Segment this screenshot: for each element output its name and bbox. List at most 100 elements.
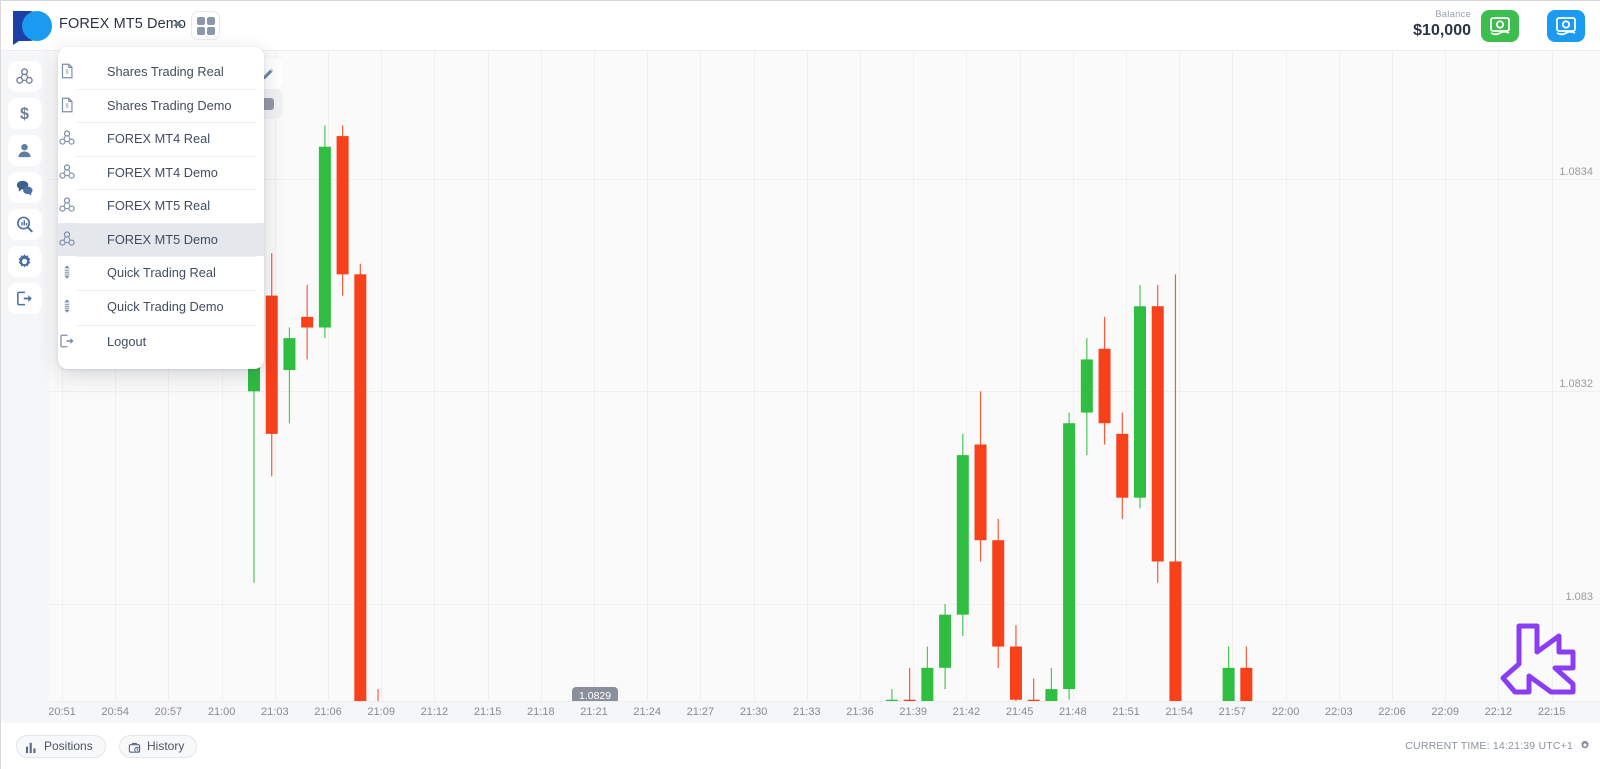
time-tick-label: 21:51 bbox=[1112, 706, 1140, 718]
candle bbox=[354, 263, 367, 721]
menu-item-shares-trading-real[interactable]: $ Shares Trading Real bbox=[58, 55, 264, 89]
positions-label: Positions bbox=[44, 739, 93, 753]
time-tick-label: 21:27 bbox=[686, 706, 715, 718]
sidebar-item-chat[interactable] bbox=[8, 172, 42, 203]
withdraw-button[interactable] bbox=[1547, 10, 1585, 42]
time-tick-label: 21:57 bbox=[1218, 706, 1247, 718]
menu-item-label: FOREX MT5 Demo bbox=[107, 231, 218, 247]
candle bbox=[974, 391, 987, 562]
svg-text:$: $ bbox=[20, 105, 29, 123]
time-tick-label: 21:15 bbox=[473, 706, 502, 718]
candle bbox=[1063, 412, 1076, 700]
menu-item-label: FOREX MT5 Real bbox=[107, 198, 211, 214]
settings-gear-icon[interactable] bbox=[1579, 738, 1591, 756]
menu-item-shares-trading-demo[interactable]: $ Shares Trading Demo bbox=[58, 88, 264, 123]
forex-network-icon bbox=[58, 129, 80, 149]
positions-button[interactable]: Positions bbox=[16, 735, 106, 758]
sidebar-item-logout[interactable] bbox=[8, 283, 42, 314]
candle bbox=[318, 125, 331, 339]
grid-square bbox=[197, 17, 205, 25]
deposit-button[interactable] bbox=[1481, 10, 1519, 42]
logout-icon bbox=[17, 291, 32, 306]
bar-chart-icon bbox=[25, 742, 36, 754]
history-button[interactable]: History bbox=[119, 735, 198, 758]
current-time-label: CURRENT TIME: 14:21:39 UTC+1 bbox=[1405, 740, 1573, 752]
candle bbox=[1080, 338, 1093, 456]
sidebar-item-profile[interactable] bbox=[8, 135, 42, 166]
balance-label: Balance bbox=[1435, 9, 1471, 20]
price-chart[interactable]: 1.0834 1.0832 1.083 1.0829 bbox=[49, 51, 1600, 721]
menu-item-logout[interactable]: Logout bbox=[58, 325, 264, 359]
price-tick-label: 1.0834 bbox=[1559, 165, 1593, 178]
time-tick-label: 21:24 bbox=[633, 706, 661, 718]
time-tick-label: 21:48 bbox=[1059, 706, 1087, 718]
menu-item-label: Quick Trading Demo bbox=[107, 298, 224, 314]
balance-value: $10,000 bbox=[1413, 22, 1471, 39]
menu-item-label: FOREX MT4 Demo bbox=[107, 164, 218, 180]
candle bbox=[336, 125, 349, 296]
forex-network-icon bbox=[58, 230, 80, 250]
price-tick-label: 1.0832 bbox=[1559, 378, 1593, 391]
time-tick-label: 20:54 bbox=[101, 706, 129, 718]
share-document-icon: $ bbox=[58, 96, 80, 116]
grid-apps-icon[interactable] bbox=[191, 11, 220, 40]
candlestick-series bbox=[248, 125, 1253, 721]
candle bbox=[992, 518, 1005, 668]
time-tick-label: 21:21 bbox=[580, 706, 608, 718]
time-tick-label: 21:39 bbox=[899, 706, 927, 718]
menu-item-forex-mt4-real[interactable]: FOREX MT4 Real bbox=[58, 122, 264, 156]
account-selector-label[interactable]: FOREX MT5 Demo bbox=[59, 16, 186, 32]
menu-item-label: Shares Trading Real bbox=[107, 64, 224, 80]
sidebar-item-settings[interactable] bbox=[8, 246, 42, 277]
menu-item-label: Shares Trading Demo bbox=[107, 97, 232, 113]
time-tick-label: 21:09 bbox=[367, 706, 395, 718]
time-tick-label: 22:12 bbox=[1484, 706, 1513, 718]
sidebar-item-finance[interactable]: $ bbox=[8, 98, 42, 129]
sidebar-item-analytics[interactable] bbox=[8, 209, 42, 240]
dollar-icon: $ bbox=[20, 105, 29, 123]
settings-gear-icon bbox=[18, 254, 31, 268]
svg-text:$: $ bbox=[66, 103, 69, 109]
time-tick-label: 21:18 bbox=[527, 706, 555, 718]
grid-square bbox=[207, 27, 215, 35]
menu-item-forex-mt4-demo[interactable]: FOREX MT4 Demo bbox=[58, 155, 264, 190]
menu-item-forex-mt5-demo[interactable]: FOREX MT5 Demo bbox=[58, 222, 264, 256]
svg-text:$: $ bbox=[66, 70, 69, 76]
time-tick-label: 21:36 bbox=[846, 706, 874, 718]
user-profile-icon bbox=[18, 143, 31, 158]
menu-item-label: Quick Trading Real bbox=[107, 265, 216, 281]
cursor-watermark-icon bbox=[1493, 618, 1579, 703]
time-tick-label: 21:06 bbox=[314, 706, 342, 718]
candle bbox=[1169, 274, 1182, 721]
candle bbox=[1116, 412, 1129, 519]
time-tick-label: 21:03 bbox=[261, 706, 289, 718]
candle bbox=[1151, 284, 1164, 583]
withdraw-cash-icon bbox=[1556, 17, 1576, 36]
time-tick-label: 22:09 bbox=[1431, 706, 1459, 718]
grid-square bbox=[207, 17, 215, 25]
up-down-arrows-icon bbox=[58, 263, 80, 283]
grid-square bbox=[197, 27, 205, 35]
time-tick-label: 22:15 bbox=[1537, 706, 1566, 718]
time-tick-label: 22:00 bbox=[1271, 706, 1300, 718]
menu-item-forex-mt5-real[interactable]: FOREX MT5 Real bbox=[58, 189, 264, 223]
time-tick-label: 22:03 bbox=[1325, 706, 1353, 718]
menu-item-label: FOREX MT4 Real bbox=[107, 131, 211, 147]
menu-item-quick-trading-demo[interactable]: Quick Trading Demo bbox=[58, 289, 264, 324]
menu-item-quick-trading-real[interactable]: Quick Trading Real bbox=[58, 256, 264, 290]
candle bbox=[956, 433, 969, 636]
candle bbox=[1134, 284, 1146, 509]
brand-logo-icon[interactable] bbox=[9, 7, 55, 45]
caret-up-icon[interactable] bbox=[173, 21, 183, 26]
time-tick-label: 22:06 bbox=[1378, 706, 1406, 718]
candle bbox=[301, 284, 314, 360]
time-tick-label: 21:45 bbox=[1005, 706, 1034, 718]
time-tick-label: 21:30 bbox=[739, 706, 768, 718]
logout-icon bbox=[58, 332, 80, 352]
forex-network-icon bbox=[58, 163, 80, 183]
trading-platform-window: FOREX MT5 Demo Balance $10,000 $ 1.0834 … bbox=[0, 0, 1600, 769]
time-tick-label: 21:42 bbox=[952, 706, 981, 718]
time-tick-label: 21:54 bbox=[1165, 706, 1193, 718]
account-dropdown-menu[interactable]: $ Shares Trading Real $ Shares Trading Demo… bbox=[58, 47, 264, 369]
sidebar-item-trading[interactable] bbox=[8, 61, 42, 92]
